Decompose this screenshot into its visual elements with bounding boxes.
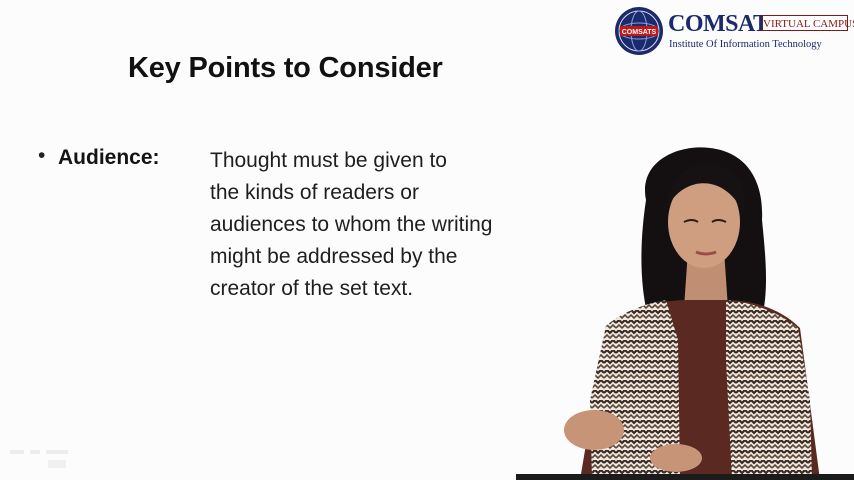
bullet-description: Thought must be given to the kinds of re…	[210, 145, 570, 305]
description-line: audiences to whom the writing	[210, 213, 493, 236]
comsats-emblem-icon: COMSATS	[615, 7, 663, 55]
presenter-video-feed	[564, 140, 854, 480]
virtual-campus-badge: VIRTUAL CAMPUS	[762, 15, 854, 31]
bullet-term-audience: Audience:	[58, 146, 160, 169]
emblem-text: COMSATS	[622, 29, 657, 36]
lecture-video-frame: COMSATS COMSATS VIRTUAL CAMPUS Institute…	[0, 0, 854, 480]
bullet-marker: •	[38, 144, 46, 167]
slide-title: Key Points to Consider	[128, 52, 443, 84]
description-line: the kinds of readers or	[210, 181, 419, 204]
logo-subtitle: Institute Of Information Technology	[669, 39, 822, 50]
comsats-logo: COMSATS COMSATS VIRTUAL CAMPUS Institute…	[614, 6, 854, 56]
watermark-icon	[10, 450, 68, 468]
description-line: creator of the set text.	[210, 277, 414, 300]
description-line: Thought must be given to	[210, 149, 447, 172]
description-line: might be addressed by the	[210, 245, 458, 268]
video-bottom-edge	[516, 474, 854, 480]
